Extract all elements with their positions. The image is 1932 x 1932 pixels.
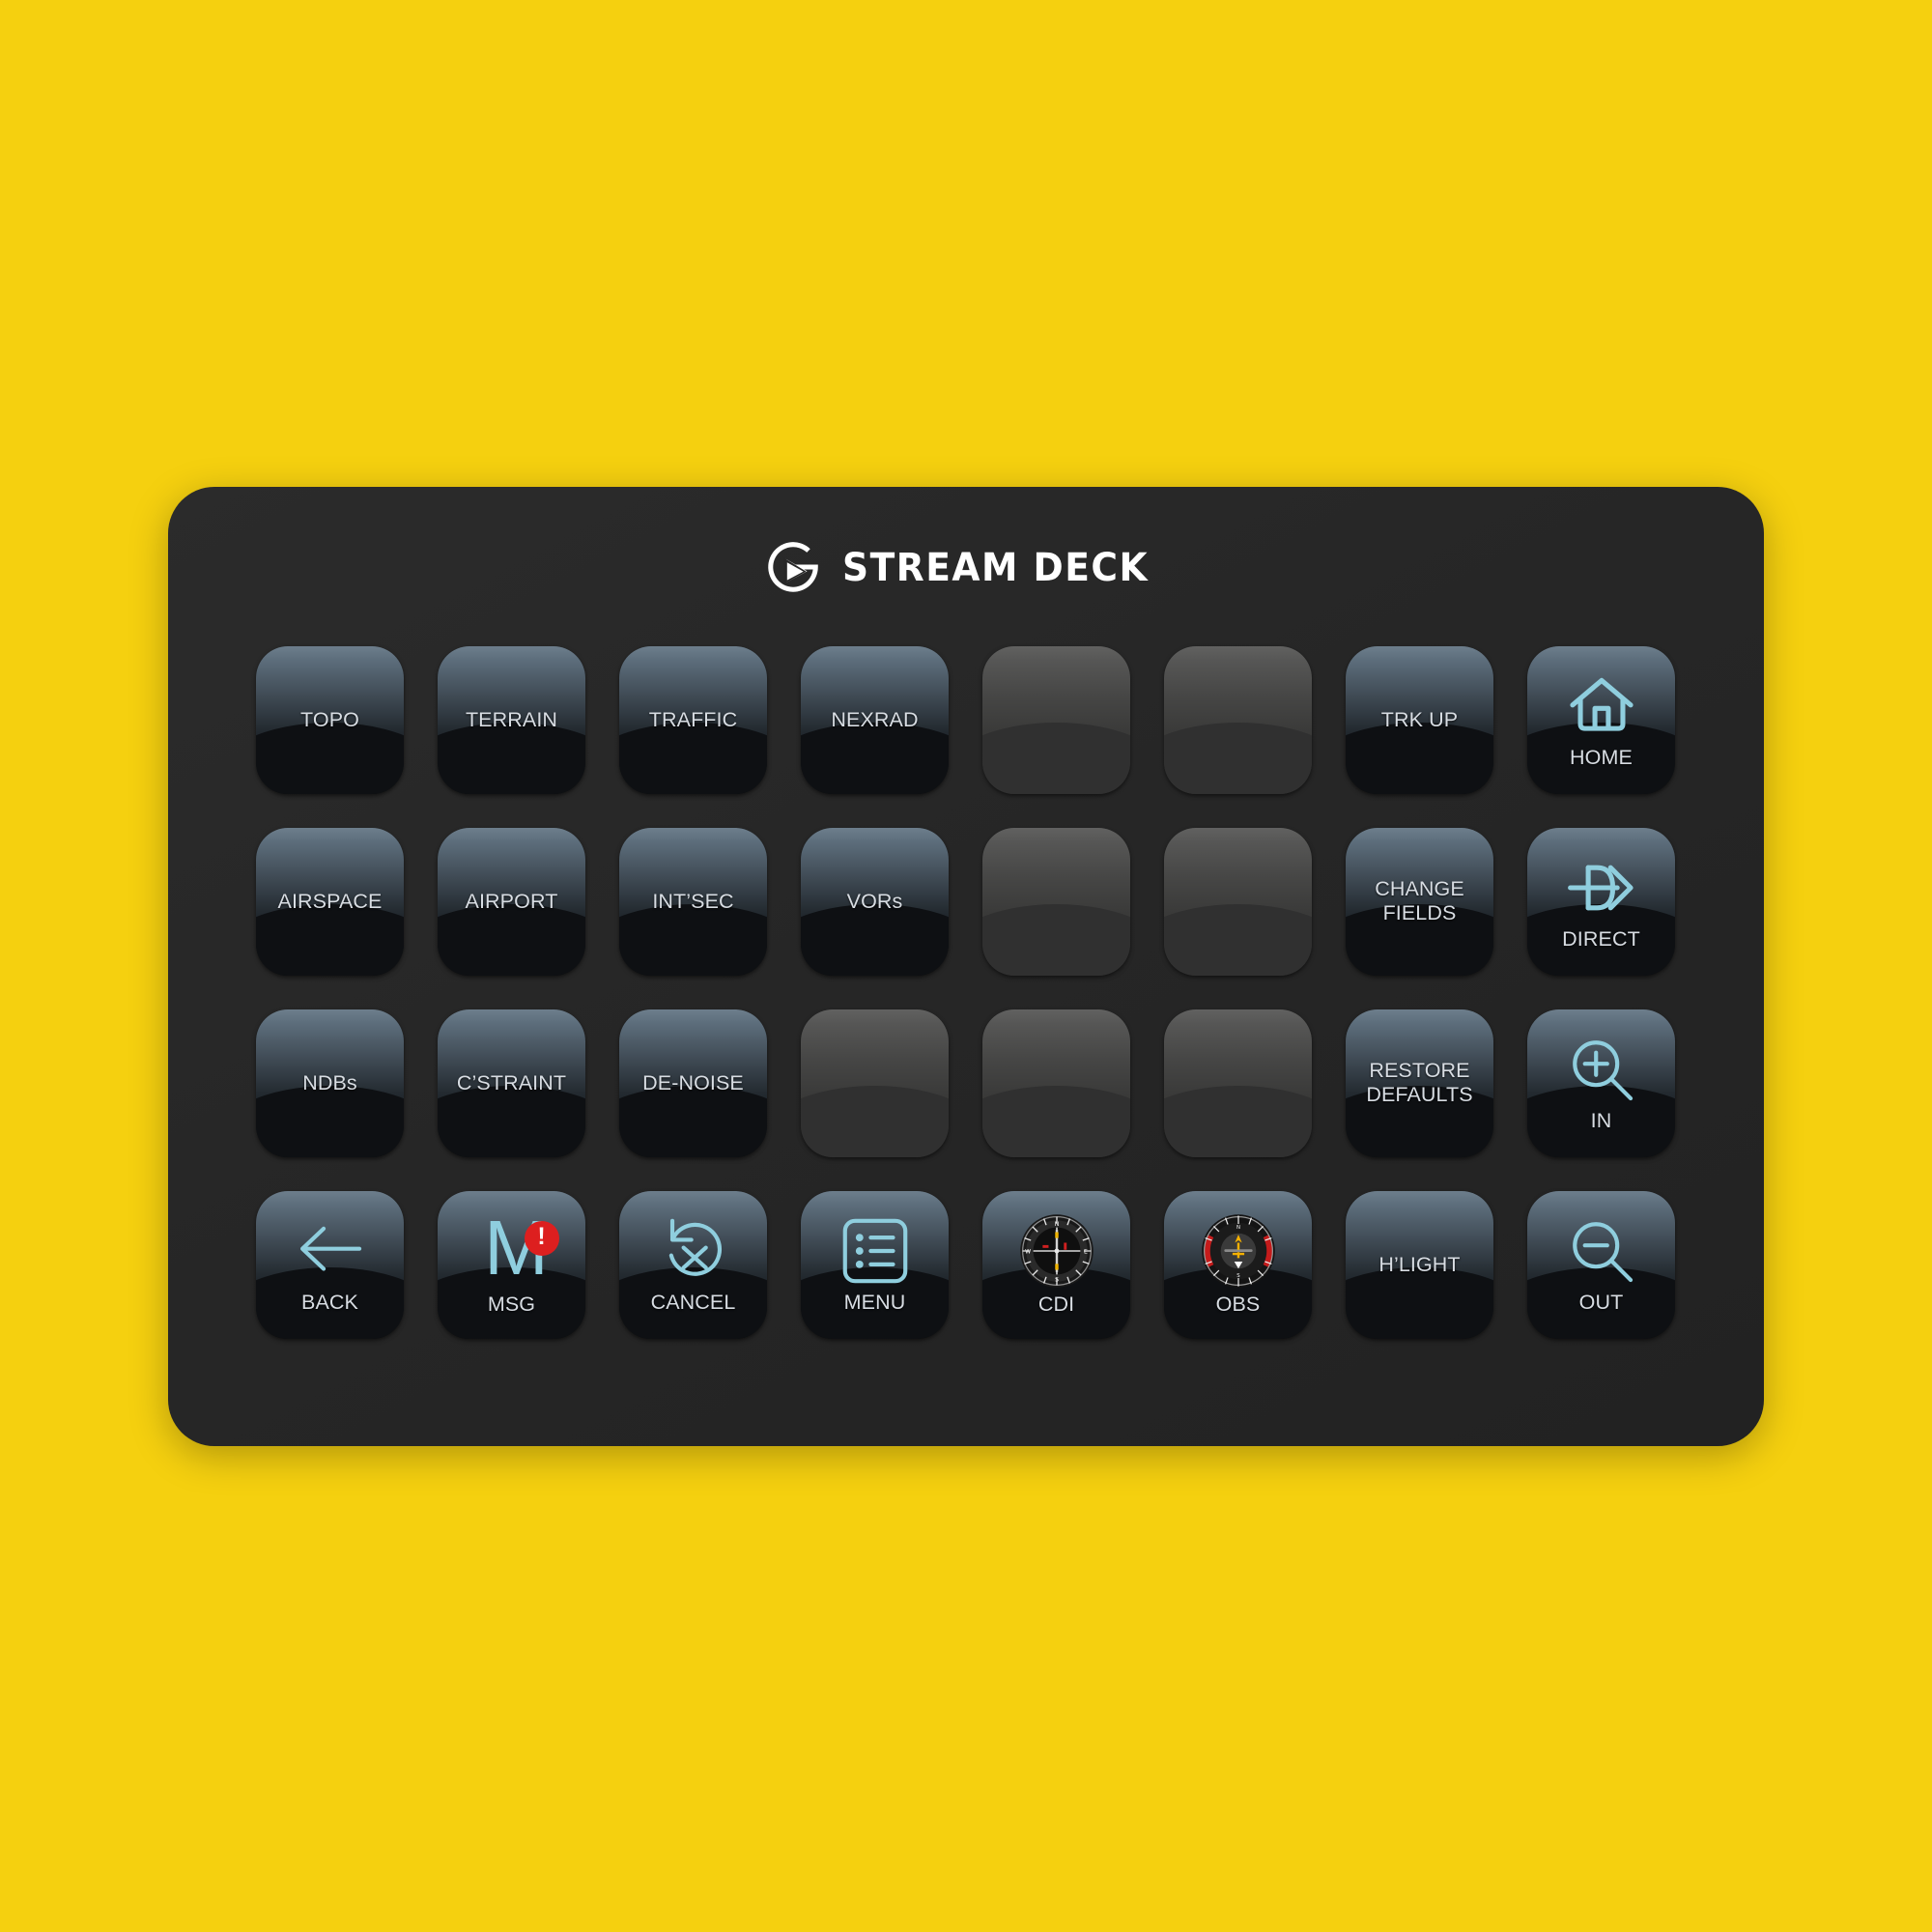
menu-list-icon — [839, 1215, 911, 1287]
key-empty-r2c6[interactable] — [1164, 827, 1312, 976]
key-label: BACK — [301, 1290, 358, 1314]
key-empty-r3c6[interactable] — [1164, 1009, 1312, 1157]
key-cancel[interactable]: CANCEL — [619, 1190, 767, 1339]
alert-badge: ! — [524, 1220, 559, 1256]
key-label: VORs — [846, 889, 903, 913]
key-topo[interactable]: TOPO — [256, 645, 404, 794]
key-label: DIRECT — [1562, 926, 1640, 951]
svg-text:N: N — [1054, 1220, 1059, 1227]
key-label: MENU — [843, 1290, 906, 1314]
key-direct[interactable]: DIRECT — [1527, 827, 1675, 976]
key-change-fields[interactable]: CHANGE FIELDS — [1346, 827, 1493, 976]
key-label: RESTORE DEFAULTS — [1366, 1059, 1473, 1106]
stream-deck-device: STREAM DECK TOPO TERRAIN TRAFFIC NEXRAD … — [168, 486, 1764, 1446]
key-label: HOME — [1570, 745, 1633, 769]
key-label: MSG — [487, 1292, 536, 1316]
zoom-in-icon — [1566, 1034, 1637, 1105]
alert-badge-label: ! — [537, 1223, 546, 1251]
key-label: NEXRAD — [831, 707, 919, 731]
message-alert-icon: M ! — [476, 1208, 559, 1289]
key-airspace[interactable]: AIRSPACE — [256, 827, 404, 976]
key-label: TERRAIN — [465, 707, 558, 731]
key-trk-up[interactable]: TRK UP — [1346, 645, 1493, 794]
key-zoom-out[interactable]: OUT — [1527, 1190, 1675, 1339]
key-empty-r2c5[interactable] — [982, 827, 1130, 976]
svg-text:N: N — [1236, 1225, 1239, 1231]
key-label: AIRPORT — [465, 889, 558, 913]
key-highlight[interactable]: H’LIGHT — [1346, 1190, 1493, 1339]
svg-text:S: S — [1055, 1276, 1059, 1283]
key-obs[interactable]: N S OBS — [1164, 1190, 1312, 1339]
key-label: CHANGE FIELDS — [1375, 877, 1464, 924]
svg-text:S: S — [1236, 1272, 1240, 1278]
key-intersection[interactable]: INT’SEC — [619, 827, 767, 976]
key-label: TRAFFIC — [648, 707, 738, 731]
svg-text:E: E — [1083, 1248, 1087, 1255]
key-label: CDI — [1037, 1292, 1075, 1316]
direct-to-icon — [1566, 852, 1637, 923]
svg-text:W: W — [1025, 1248, 1031, 1255]
key-label: C’STRAINT — [456, 1070, 567, 1094]
key-terrain[interactable]: TERRAIN — [438, 645, 585, 794]
key-label: AIRSPACE — [277, 889, 383, 913]
key-traffic[interactable]: TRAFFIC — [619, 645, 767, 794]
key-back[interactable]: BACK — [256, 1190, 404, 1339]
key-de-noise[interactable]: DE-NOISE — [619, 1009, 767, 1157]
key-msg[interactable]: M ! MSG — [438, 1190, 585, 1339]
compass-obs-icon: N S — [1201, 1213, 1276, 1289]
key-label: H’LIGHT — [1378, 1252, 1461, 1276]
key-label: OUT — [1578, 1290, 1624, 1314]
key-constraint[interactable]: C’STRAINT — [438, 1009, 585, 1157]
key-cdi[interactable]: N S E W CDI — [982, 1190, 1130, 1339]
key-grid: TOPO TERRAIN TRAFFIC NEXRAD TRK UP HOME … — [256, 645, 1676, 1339]
key-zoom-in[interactable]: IN — [1527, 1009, 1675, 1157]
arrow-left-icon — [295, 1215, 366, 1287]
key-home[interactable]: HOME — [1527, 645, 1675, 794]
key-label: CANCEL — [650, 1290, 736, 1314]
home-icon — [1566, 670, 1637, 742]
elgato-logo-icon — [763, 538, 823, 598]
key-label: TRK UP — [1380, 707, 1459, 731]
key-airport[interactable]: AIRPORT — [438, 827, 585, 976]
zoom-out-icon — [1566, 1215, 1637, 1287]
key-menu[interactable]: MENU — [801, 1190, 949, 1339]
key-label: NDBs — [302, 1070, 357, 1094]
key-label: DE-NOISE — [642, 1070, 744, 1094]
key-label: INT’SEC — [652, 889, 734, 913]
brand-title: STREAM DECK — [842, 545, 1150, 590]
brand-header: STREAM DECK — [168, 535, 1764, 601]
compass-cdi-icon: N S E W — [1019, 1213, 1094, 1289]
key-label: TOPO — [300, 707, 359, 731]
key-restore-defaults[interactable]: RESTORE DEFAULTS — [1346, 1009, 1493, 1157]
key-nexrad[interactable]: NEXRAD — [801, 645, 949, 794]
key-empty-r3c4[interactable] — [801, 1009, 949, 1157]
cancel-undo-icon — [658, 1215, 729, 1287]
key-label: IN — [1590, 1108, 1612, 1132]
key-empty-r3c5[interactable] — [982, 1009, 1130, 1157]
key-empty-r1c5[interactable] — [982, 645, 1130, 794]
key-label: OBS — [1215, 1292, 1261, 1316]
key-vors[interactable]: VORs — [801, 827, 949, 976]
key-empty-r1c6[interactable] — [1164, 645, 1312, 794]
key-ndbs[interactable]: NDBs — [256, 1009, 404, 1157]
